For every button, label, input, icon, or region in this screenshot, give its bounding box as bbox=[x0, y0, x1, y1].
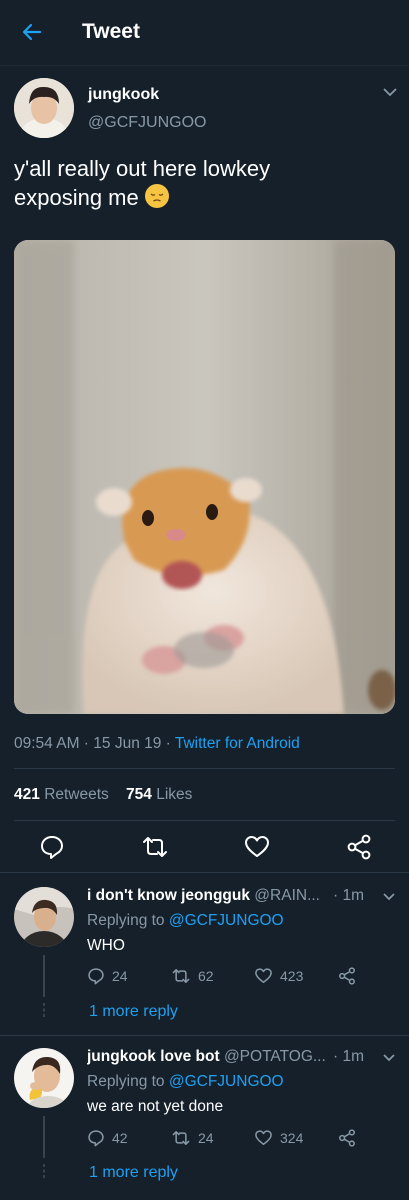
tweet-media-hamster-image[interactable] bbox=[14, 240, 395, 714]
reply-author-handle[interactable]: @RAIN... bbox=[254, 887, 320, 904]
reply-time-wrap: · 1m bbox=[333, 1048, 365, 1065]
share-icon[interactable] bbox=[338, 1129, 356, 1147]
like-heart-icon bbox=[255, 968, 272, 983]
author-avatar[interactable] bbox=[14, 78, 74, 138]
reply-author-handle[interactable]: @POTATOG... bbox=[224, 1048, 326, 1065]
retweet-count: 62 bbox=[198, 968, 214, 984]
reply-author-name[interactable]: i don't know jeongguk bbox=[87, 887, 250, 904]
reply-text: we are not yet done bbox=[87, 1098, 224, 1115]
tweet-meta: 09:54 AM · 15 Jun 19 · Twitter for Andro… bbox=[14, 735, 300, 752]
reply-like-action[interactable]: 423 bbox=[254, 967, 303, 985]
likes-count[interactable]: 754 bbox=[126, 786, 152, 803]
thread-dots bbox=[43, 1164, 45, 1178]
tweet-stats: 421 Retweets 754 Likes bbox=[14, 786, 192, 804]
reply-author-name[interactable]: jungkook love bot bbox=[87, 1048, 220, 1065]
replying-to: Replying to @GCFJUNGOO bbox=[87, 912, 284, 930]
replying-to-label: Replying to bbox=[87, 912, 165, 929]
share-icon[interactable] bbox=[346, 834, 372, 860]
page-title: Tweet bbox=[82, 20, 140, 43]
tweet-text-line1: y'all really out here lowkey bbox=[14, 156, 271, 181]
retweet-icon[interactable] bbox=[142, 834, 168, 860]
tweet-text-line2: exposing me bbox=[14, 185, 139, 210]
reply-reply-action[interactable]: 24 bbox=[87, 967, 128, 985]
tweet-date: 15 Jun 19 bbox=[93, 735, 162, 752]
reply-text: WHO bbox=[87, 937, 125, 954]
thread-line bbox=[43, 1116, 45, 1158]
retweet-count: 24 bbox=[198, 1130, 214, 1146]
reply-retweet-action[interactable]: 62 bbox=[171, 967, 214, 985]
show-more-replies-link[interactable]: 1 more reply bbox=[89, 1164, 178, 1182]
chevron-down-icon[interactable] bbox=[382, 86, 398, 98]
reply-count: 24 bbox=[112, 968, 128, 984]
retweets-count[interactable]: 421 bbox=[14, 786, 40, 803]
reply-time-wrap: · 1m bbox=[333, 887, 365, 904]
show-more-replies-link[interactable]: 1 more reply bbox=[89, 1003, 178, 1021]
reply-icon bbox=[88, 1130, 104, 1147]
reply-icon[interactable] bbox=[39, 834, 65, 860]
top-bar: Tweet bbox=[0, 0, 409, 66]
replying-to: Replying to @GCFJUNGOO bbox=[87, 1073, 284, 1091]
author-name[interactable]: jungkook bbox=[88, 86, 159, 104]
retweet-icon bbox=[172, 969, 190, 983]
replying-to-label: Replying to bbox=[87, 1073, 165, 1090]
reply-avatar[interactable] bbox=[14, 1048, 74, 1108]
reply-count: 42 bbox=[112, 1130, 128, 1146]
divider bbox=[14, 768, 395, 769]
chevron-down-icon[interactable] bbox=[382, 1053, 396, 1063]
replying-to-handle[interactable]: @GCFJUNGOO bbox=[169, 912, 284, 929]
tweet-text: y'all really out here lowkey exposing me bbox=[14, 154, 394, 212]
reply-time: 1m bbox=[342, 887, 365, 904]
likes-label[interactable]: Likes bbox=[156, 786, 192, 803]
like-heart-icon[interactable] bbox=[244, 834, 270, 860]
replying-to-handle[interactable]: @GCFJUNGOO bbox=[169, 1073, 284, 1090]
reply-like-action[interactable]: 324 bbox=[254, 1129, 303, 1147]
like-heart-icon bbox=[255, 1130, 272, 1145]
tweet-time: 09:54 AM bbox=[14, 735, 80, 752]
back-arrow-icon[interactable] bbox=[20, 20, 44, 44]
share-icon[interactable] bbox=[338, 967, 356, 985]
like-count: 423 bbox=[280, 968, 304, 984]
divider bbox=[0, 1035, 409, 1036]
chevron-down-icon[interactable] bbox=[382, 892, 396, 902]
tweet-author: jungkook @GCFJUNGOO bbox=[14, 78, 395, 140]
thread-line bbox=[43, 955, 45, 997]
reply-icon bbox=[88, 968, 104, 985]
reply-retweet-action[interactable]: 24 bbox=[171, 1129, 214, 1147]
retweets-label[interactable]: Retweets bbox=[44, 786, 109, 803]
thread-dots bbox=[43, 1003, 45, 1017]
retweet-icon bbox=[172, 1131, 190, 1145]
reply-avatar[interactable] bbox=[14, 887, 74, 947]
pensive-face-emoji-icon bbox=[144, 184, 169, 208]
author-handle[interactable]: @GCFJUNGOO bbox=[88, 114, 206, 132]
like-count: 324 bbox=[280, 1130, 304, 1146]
tweet-source-link[interactable]: Twitter for Android bbox=[175, 735, 300, 752]
reply-reply-action[interactable]: 42 bbox=[87, 1129, 128, 1147]
reply-time: 1m bbox=[342, 1048, 365, 1065]
divider bbox=[14, 820, 395, 821]
divider bbox=[0, 872, 409, 873]
